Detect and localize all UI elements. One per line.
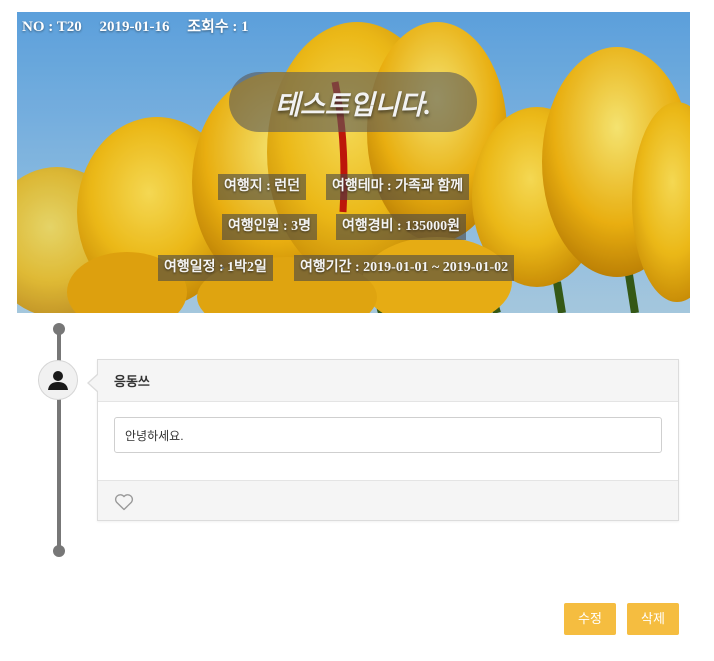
comment-text: 안녕하세요. [125,428,184,443]
comment-footer [98,480,678,520]
comment-card: 응동쓰 안녕하세요. [87,359,679,521]
travel-theme: 여행테마 : 가족과 함께 [326,174,470,200]
travel-cost: 여행경비 : 135000원 [336,214,467,240]
comment-body: 안녕하세요. [98,402,678,481]
edit-button[interactable]: 수정 [564,603,616,635]
comment-author: 응동쓰 [114,374,150,389]
travel-schedule: 여행일정 : 1박2일 [158,255,273,281]
travel-destination: 여행지 : 런던 [218,174,307,200]
post-number: NO : T20 [22,19,82,35]
post-date: 2019-01-16 [99,19,170,35]
travel-people: 여행인원 : 3명 [222,214,318,240]
comment-text-box: 안녕하세요. [114,417,662,453]
avatar [38,360,78,400]
comment-header: 응동쓰 [98,360,678,402]
timeline-end-dot [53,545,65,557]
post-title: 테스트입니다. [229,72,477,132]
heart-icon[interactable] [114,493,134,511]
user-icon [48,371,68,390]
delete-button[interactable]: 삭제 [627,603,679,635]
view-count: 조회수 : 1 [187,19,249,35]
post-banner: NO : T20 2019-01-16 조회수 : 1 테스트입니다. 여행지 … [17,12,690,313]
travel-period: 여행기간 : 2019-01-01 ~ 2019-01-02 [294,255,515,281]
timeline-start-dot [53,323,65,335]
post-meta: NO : T20 2019-01-16 조회수 : 1 [22,15,263,36]
